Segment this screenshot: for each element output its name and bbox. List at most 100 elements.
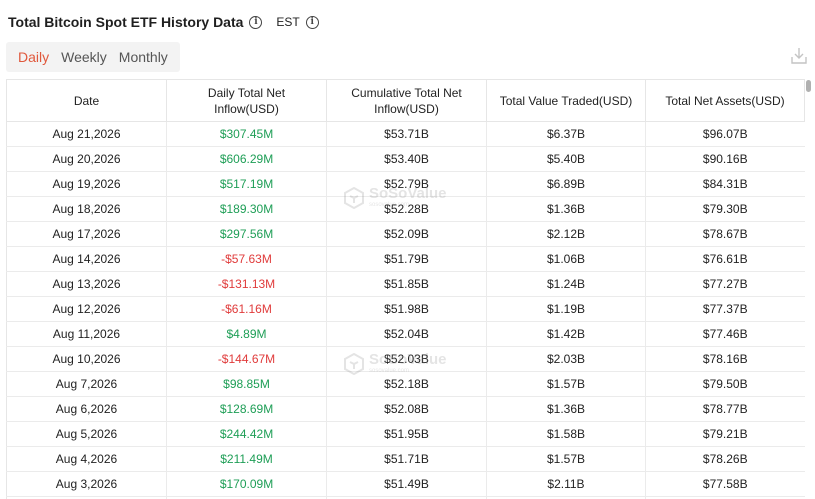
cell-value-traded: $5.40B	[486, 146, 646, 172]
cell-cumulative-inflow: $52.28B	[326, 196, 487, 222]
table-row: Aug 13,2026 -$131.13M $51.85B $1.24B $77.27B	[6, 271, 805, 297]
cell-date: Aug 12,2026	[6, 296, 167, 322]
cell-cumulative-inflow: $52.04B	[326, 321, 487, 347]
cell-date: Aug 6,2026	[6, 396, 167, 422]
cell-cumulative-inflow: $53.40B	[326, 146, 487, 172]
cell-date: Aug 5,2026	[6, 421, 167, 447]
cell-value-traded: $1.57B	[486, 446, 646, 472]
cell-daily-inflow: -$144.67M	[166, 346, 327, 372]
table-row: Aug 10,2026 -$144.67M $52.03B $2.03B $78.16B	[6, 346, 805, 372]
cell-value-traded: $6.89B	[486, 171, 646, 197]
col-header-net-assets[interactable]: Total Net Assets(USD)	[645, 79, 805, 122]
cell-net-assets: $78.67B	[645, 221, 805, 247]
cell-daily-inflow: -$61.16M	[166, 296, 327, 322]
cell-cumulative-inflow: $52.18B	[326, 371, 487, 397]
cell-daily-inflow: $98.85M	[166, 371, 327, 397]
cell-date: Aug 20,2026	[6, 146, 167, 172]
table-row: Aug 14,2026 -$57.63M $51.79B $1.06B $76.61B	[6, 246, 805, 272]
cell-date: Aug 17,2026	[6, 221, 167, 247]
table-row: Aug 5,2026 $244.42M $51.95B $1.58B $79.21B	[6, 421, 805, 447]
history-table: Date Daily Total Net Inflow(USD) Cumulat…	[6, 79, 805, 499]
cell-cumulative-inflow: $51.49B	[326, 471, 487, 497]
cell-cumulative-inflow: $52.03B	[326, 346, 487, 372]
table-row: Aug 21,2026 $307.45M $53.71B $6.37B $96.07B	[6, 121, 805, 147]
page-title: Total Bitcoin Spot ETF History Data	[8, 14, 244, 30]
cell-date: Aug 3,2026	[6, 471, 167, 497]
col-header-date[interactable]: Date	[6, 79, 167, 122]
table-row: Aug 19,2026 $517.19M $52.79B $6.89B $84.31B	[6, 171, 805, 197]
cell-net-assets: $78.16B	[645, 346, 805, 372]
cell-value-traded: $2.11B	[486, 471, 646, 497]
cell-net-assets: $90.16B	[645, 146, 805, 172]
cell-cumulative-inflow: $53.71B	[326, 121, 487, 147]
history-table-container[interactable]: Date Daily Total Net Inflow(USD) Cumulat…	[6, 79, 806, 499]
cell-daily-inflow: $189.30M	[166, 196, 327, 222]
cell-net-assets: $79.50B	[645, 371, 805, 397]
cell-date: Aug 18,2026	[6, 196, 167, 222]
cell-net-assets: $84.31B	[645, 171, 805, 197]
cell-cumulative-inflow: $51.95B	[326, 421, 487, 447]
table-header-row: Date Daily Total Net Inflow(USD) Cumulat…	[6, 79, 805, 122]
table-row: Aug 3,2026 $170.09M $51.49B $2.11B $77.58B	[6, 471, 805, 497]
cell-cumulative-inflow: $52.79B	[326, 171, 487, 197]
table-row: Aug 12,2026 -$61.16M $51.98B $1.19B $77.37B	[6, 296, 805, 322]
col-header-value-traded[interactable]: Total Value Traded(USD)	[486, 79, 646, 122]
cell-net-assets: $77.58B	[645, 471, 805, 497]
cell-date: Aug 19,2026	[6, 171, 167, 197]
cell-daily-inflow: $297.56M	[166, 221, 327, 247]
cell-date: Aug 13,2026	[6, 271, 167, 297]
table-row: Aug 20,2026 $606.29M $53.40B $5.40B $90.16B	[6, 146, 805, 172]
cell-net-assets: $96.07B	[645, 121, 805, 147]
info-icon[interactable]: i	[249, 15, 263, 29]
page-header: Total Bitcoin Spot ETF History Data i ES…	[8, 12, 319, 32]
cell-daily-inflow: $128.69M	[166, 396, 327, 422]
table-row: Aug 17,2026 $297.56M $52.09B $2.12B $78.67B	[6, 221, 805, 247]
cell-cumulative-inflow: $52.09B	[326, 221, 487, 247]
cell-cumulative-inflow: $51.98B	[326, 296, 487, 322]
cell-value-traded: $1.36B	[486, 196, 646, 222]
cell-value-traded: $2.03B	[486, 346, 646, 372]
scrollbar-thumb[interactable]	[806, 80, 811, 92]
cell-value-traded: $2.12B	[486, 221, 646, 247]
cell-net-assets: $77.27B	[645, 271, 805, 297]
cell-daily-inflow: -$131.13M	[166, 271, 327, 297]
timezone-info-icon[interactable]: i	[305, 15, 319, 29]
cell-date: Aug 7,2026	[6, 371, 167, 397]
col-header-cumulative-inflow[interactable]: Cumulative Total Net Inflow(USD)	[326, 79, 487, 122]
cell-value-traded: $1.24B	[486, 271, 646, 297]
cell-net-assets: $79.21B	[645, 421, 805, 447]
cell-value-traded: $1.58B	[486, 421, 646, 447]
tab-daily[interactable]: Daily	[12, 49, 55, 65]
cell-daily-inflow: $307.45M	[166, 121, 327, 147]
table-row: Aug 6,2026 $128.69M $52.08B $1.36B $78.77B	[6, 396, 805, 422]
cell-cumulative-inflow: $51.79B	[326, 246, 487, 272]
cell-daily-inflow: $606.29M	[166, 146, 327, 172]
cell-value-traded: $1.57B	[486, 371, 646, 397]
cell-daily-inflow: -$57.63M	[166, 246, 327, 272]
cell-value-traded: $6.37B	[486, 121, 646, 147]
col-header-daily-inflow[interactable]: Daily Total Net Inflow(USD)	[166, 79, 327, 122]
cell-cumulative-inflow: $51.85B	[326, 271, 487, 297]
cell-net-assets: $77.37B	[645, 296, 805, 322]
tab-weekly[interactable]: Weekly	[55, 49, 113, 65]
cell-date: Aug 10,2026	[6, 346, 167, 372]
period-tabs: Daily Weekly Monthly	[6, 42, 180, 72]
cell-net-assets: $77.46B	[645, 321, 805, 347]
table-row: Aug 11,2026 $4.89M $52.04B $1.42B $77.46B	[6, 321, 805, 347]
cell-net-assets: $76.61B	[645, 246, 805, 272]
cell-date: Aug 21,2026	[6, 121, 167, 147]
cell-value-traded: $1.42B	[486, 321, 646, 347]
cell-net-assets: $78.77B	[645, 396, 805, 422]
cell-cumulative-inflow: $52.08B	[326, 396, 487, 422]
table-row: Aug 4,2026 $211.49M $51.71B $1.57B $78.26B	[6, 446, 805, 472]
cell-date: Aug 11,2026	[6, 321, 167, 347]
table-row: Aug 18,2026 $189.30M $52.28B $1.36B $79.30B	[6, 196, 805, 222]
cell-value-traded: $1.36B	[486, 396, 646, 422]
cell-daily-inflow: $517.19M	[166, 171, 327, 197]
cell-daily-inflow: $244.42M	[166, 421, 327, 447]
cell-value-traded: $1.19B	[486, 296, 646, 322]
table-row: Aug 7,2026 $98.85M $52.18B $1.57B $79.50B	[6, 371, 805, 397]
tab-monthly[interactable]: Monthly	[113, 49, 174, 65]
timezone-label: EST	[276, 15, 300, 29]
download-icon[interactable]	[791, 46, 807, 66]
